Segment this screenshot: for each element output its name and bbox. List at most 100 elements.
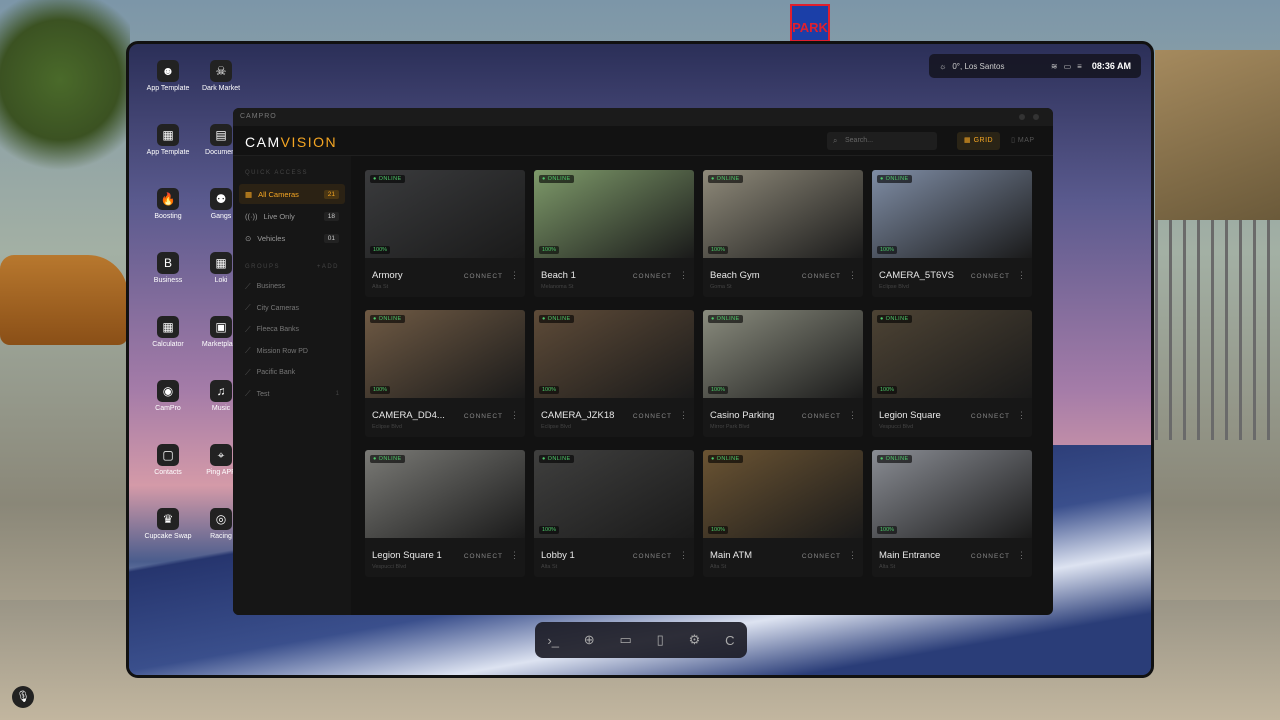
c-app-icon[interactable]: C: [725, 633, 734, 648]
camera-grid: ● ONLINE 100% Armory Alta St CONNECT ⋮ ● ONLIN…: [365, 170, 1037, 577]
desktop-app-business[interactable]: B Business: [143, 252, 193, 285]
connect-button[interactable]: CONNECT: [971, 553, 1010, 560]
camera-location: Alta St: [541, 564, 558, 570]
camera-card[interactable]: ● ONLINE 100% Beach 1 Melanoma St CONNECT ⋮: [534, 170, 694, 297]
camera-name: Lobby 1: [541, 550, 575, 561]
more-options-icon[interactable]: ⋮: [510, 550, 519, 561]
sidebar-group-fleeca-banks[interactable]: ⟋ Fleeca Banks: [233, 319, 351, 341]
app-icon: 🔥: [157, 188, 179, 210]
camera-card[interactable]: ● ONLINE Legion Square 1 Vespucci Blvd CONN…: [365, 450, 525, 577]
more-options-icon[interactable]: ⋮: [1017, 410, 1026, 421]
desktop-app-app-template[interactable]: ☻ App Template: [143, 60, 193, 93]
browser-icon[interactable]: ⊕: [584, 632, 595, 648]
sidebar-item-vehicles[interactable]: ⊙ Vehicles 01: [239, 228, 345, 248]
app-icon: ▦: [210, 252, 232, 274]
sidebar-group-mission-row-pd[interactable]: ⟋ Mission Row PD: [233, 341, 351, 363]
minimize-button[interactable]: [1019, 114, 1025, 120]
desktop-app-campro[interactable]: ◉ CamPro: [143, 380, 193, 413]
sidebar-item-all-cameras[interactable]: ▦ All Cameras 21: [239, 184, 345, 204]
settings-icon[interactable]: ⚙: [689, 632, 701, 648]
terminal-icon[interactable]: ›_: [547, 633, 559, 648]
desktop-app-cupcake-swap[interactable]: ♛ Cupcake Swap: [143, 508, 193, 541]
camera-card[interactable]: ● ONLINE 100% CAMERA_DD4... Eclipse Blvd CON…: [365, 310, 525, 437]
camera-thumbnail[interactable]: ● ONLINE 100%: [365, 310, 525, 398]
camera-card[interactable]: ● ONLINE 100% Main ATM Alta St CONNECT ⋮: [703, 450, 863, 577]
wifi-icon: ≋: [1050, 61, 1058, 71]
desktop-app-contacts[interactable]: ▢ Contacts: [143, 444, 193, 477]
file-icon[interactable]: ▯: [657, 632, 664, 648]
camera-thumbnail[interactable]: ● ONLINE 100%: [872, 310, 1032, 398]
connect-button[interactable]: CONNECT: [464, 553, 503, 560]
more-options-icon[interactable]: ⋮: [1017, 270, 1026, 281]
more-options-icon[interactable]: ⋮: [848, 550, 857, 561]
more-options-icon[interactable]: ⋮: [510, 410, 519, 421]
connect-button[interactable]: CONNECT: [802, 273, 841, 280]
more-options-icon[interactable]: ⋮: [848, 410, 857, 421]
group-label: Fleeca Banks: [256, 326, 300, 334]
tree: [0, 0, 130, 230]
desktop-app-boosting[interactable]: 🔥 Boosting: [143, 188, 193, 221]
connect-button[interactable]: CONNECT: [633, 273, 672, 280]
sidebar-group-business[interactable]: ⟋ Business: [233, 276, 351, 298]
sidebar-item-live-only[interactable]: ((·)) Live Only 18: [239, 206, 345, 226]
camera-thumbnail[interactable]: ● ONLINE 100%: [534, 450, 694, 538]
group-label: Mission Row PD: [256, 347, 308, 355]
camera-card[interactable]: ● ONLINE 100% Casino Parking Mirror Park Bl…: [703, 310, 863, 437]
grid-view-button[interactable]: ▦ GRID: [957, 132, 1001, 150]
desktop-app-calculator[interactable]: ▦ Calculator: [143, 316, 193, 349]
camera-location: Vespucci Blvd: [372, 564, 407, 570]
folder-icon[interactable]: ▭: [620, 632, 632, 648]
more-options-icon[interactable]: ⋮: [1017, 550, 1026, 561]
camera-thumbnail[interactable]: ● ONLINE 100%: [872, 450, 1032, 538]
map-view-button[interactable]: ▯ MAP: [1004, 132, 1041, 150]
more-options-icon[interactable]: ⋮: [510, 270, 519, 281]
more-options-icon[interactable]: ⋮: [679, 410, 688, 421]
connect-button[interactable]: CONNECT: [971, 273, 1010, 280]
camera-thumbnail[interactable]: ● ONLINE 100%: [872, 170, 1032, 258]
search-input[interactable]: ⌕ Search...: [827, 132, 937, 150]
connect-button[interactable]: CONNECT: [464, 413, 503, 420]
desktop-app-app-template[interactable]: ▦ App Template: [143, 124, 193, 157]
close-button[interactable]: [1033, 114, 1039, 120]
camera-card[interactable]: ● ONLINE 100% Beach Gym Goma St CONNECT ⋮: [703, 170, 863, 297]
online-badge: ● ONLINE: [370, 455, 405, 463]
sidebar-item-count: 18: [323, 211, 339, 221]
signal-badge: 100%: [539, 386, 560, 394]
sidebar-group-pacific-bank[interactable]: ⟋ Pacific Bank: [233, 362, 351, 384]
connect-button[interactable]: CONNECT: [802, 413, 841, 420]
more-options-icon[interactable]: ⋮: [848, 270, 857, 281]
camera-card[interactable]: ● ONLINE 100% CAMERA_5T6VS Eclipse Blvd CONN…: [872, 170, 1032, 297]
more-options-icon[interactable]: ⋮: [679, 550, 688, 561]
online-badge: ● ONLINE: [539, 175, 574, 183]
camera-thumbnail[interactable]: ● ONLINE 100%: [703, 450, 863, 538]
camera-card[interactable]: ● ONLINE 100% Main Entrance Alta St CONNECT ⋮: [872, 450, 1032, 577]
app-icon: ⚉: [210, 188, 232, 210]
camera-card[interactable]: ● ONLINE 100% Lobby 1 Alta St CONNECT ⋮: [534, 450, 694, 577]
camera-thumbnail[interactable]: ● ONLINE 100%: [534, 170, 694, 258]
camera-location: Melanoma St: [541, 284, 574, 290]
camera-card[interactable]: ● ONLINE 100% Legion Square Vespucci Blvd CO…: [872, 310, 1032, 437]
connect-button[interactable]: CONNECT: [802, 553, 841, 560]
camera-thumbnail[interactable]: ● ONLINE: [365, 450, 525, 538]
sidebar-group-test[interactable]: ⟋ Test 1: [233, 384, 351, 406]
camera-thumbnail[interactable]: ● ONLINE 100%: [703, 170, 863, 258]
window-titlebar[interactable]: CAMPRO: [233, 108, 1053, 126]
more-options-icon[interactable]: ⋮: [679, 270, 688, 281]
camera-location: Eclipse Blvd: [541, 424, 571, 430]
group-count: 1: [335, 391, 339, 398]
sidebar-item-label: All Cameras: [258, 189, 299, 199]
camera-card[interactable]: ● ONLINE 100% Armory Alta St CONNECT ⋮: [365, 170, 525, 297]
connect-button[interactable]: CONNECT: [633, 413, 672, 420]
desktop-app-dark-market[interactable]: ☠ Dark Market: [196, 60, 246, 93]
camera-name: Armory: [372, 270, 403, 281]
camera-card[interactable]: ● ONLINE 100% CAMERA_JZK18 Eclipse Blvd CONN…: [534, 310, 694, 437]
sidebar-item-icon: ((·)): [245, 211, 258, 221]
sidebar-group-city-cameras[interactable]: ⟋ City Cameras: [233, 298, 351, 320]
camera-thumbnail[interactable]: ● ONLINE 100%: [365, 170, 525, 258]
connect-button[interactable]: CONNECT: [633, 553, 672, 560]
connect-button[interactable]: CONNECT: [971, 413, 1010, 420]
camera-thumbnail[interactable]: ● ONLINE 100%: [534, 310, 694, 398]
connect-button[interactable]: CONNECT: [464, 273, 503, 280]
camera-thumbnail[interactable]: ● ONLINE 100%: [703, 310, 863, 398]
add-group-button[interactable]: +ADD: [317, 264, 339, 270]
